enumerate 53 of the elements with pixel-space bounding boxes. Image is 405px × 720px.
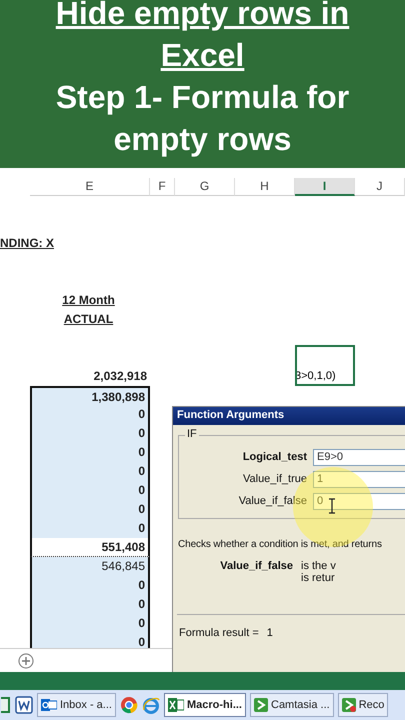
table-cell-text: 1,380,898 <box>92 389 145 405</box>
column-caption: 12 Month <box>62 292 115 309</box>
spreadsheet-icon <box>168 698 184 712</box>
video-title: Hide empty rows in Excel <box>54 0 350 75</box>
table-cell-text: 546,845 <box>102 558 145 575</box>
taskbar-button[interactable]: Camtasia ... <box>250 693 334 717</box>
table-cell-text: 0 <box>138 520 145 537</box>
record-icon <box>342 698 356 712</box>
result-label: Formula result = <box>179 627 259 639</box>
column-header[interactable]: E <box>30 178 150 196</box>
group-label: IF <box>185 428 199 440</box>
help-text: is retur <box>301 572 336 584</box>
mail-icon <box>41 698 57 712</box>
document-icon[interactable] <box>15 696 33 714</box>
table-cell-text: 551,408 <box>102 539 145 556</box>
text-cursor-icon <box>328 498 336 514</box>
column-header[interactable]: J <box>355 178 405 196</box>
table-cell-text: 0 <box>138 577 145 594</box>
play-icon <box>254 698 268 712</box>
table-cell-text: 0 <box>138 501 145 518</box>
column-header[interactable]: G <box>175 178 235 196</box>
column-header[interactable]: F <box>150 178 175 196</box>
taskbar-button[interactable]: Reco <box>338 693 388 717</box>
table-cell-text: 0 <box>138 463 145 480</box>
dialog-title: Function Arguments <box>173 407 405 425</box>
browser-icon[interactable] <box>120 696 138 714</box>
table-cell-text: 0 <box>138 596 145 613</box>
argument-name: Value_if_false <box>219 560 294 574</box>
cell-selection <box>295 345 355 386</box>
table-cell-text: 2,032,918 <box>94 368 147 385</box>
table-cell-text: 0 <box>138 444 145 461</box>
argument-label: Logical_test <box>242 451 308 463</box>
table-cell-text: 0 <box>138 425 145 442</box>
input-field[interactable]: E9>0 <box>313 448 405 466</box>
table-cell-text: 0 <box>138 615 145 632</box>
taskbar-button[interactable]: Macro-hi... <box>164 693 246 717</box>
table-cell-text: 0 <box>138 482 145 499</box>
sheet-heading: NDING: X <box>0 235 54 252</box>
globe-e-icon[interactable] <box>142 696 160 714</box>
description-text: Checks whether a condition is met, and returns <box>177 539 383 550</box>
argument-label: Value_if_false <box>238 495 308 507</box>
video-subtitle: Step 1- Formula for empty rows <box>54 78 350 159</box>
result-value: 1 <box>266 627 273 639</box>
formula-text: 3>0,1,0) <box>295 370 336 382</box>
table-cell-text: 0 <box>138 634 145 648</box>
column-caption: ACTUAL <box>64 311 114 328</box>
taskbar-button[interactable]: Inbox - a... <box>37 693 116 717</box>
column-header[interactable]: I <box>295 178 355 196</box>
spreadsheet-icon[interactable] <box>1 696 11 714</box>
table-cell-text: 0 <box>138 406 145 423</box>
add-sheet-icon[interactable] <box>18 652 34 668</box>
help-text: is the v <box>301 560 336 572</box>
argument-label: Value_if_true <box>242 473 308 485</box>
